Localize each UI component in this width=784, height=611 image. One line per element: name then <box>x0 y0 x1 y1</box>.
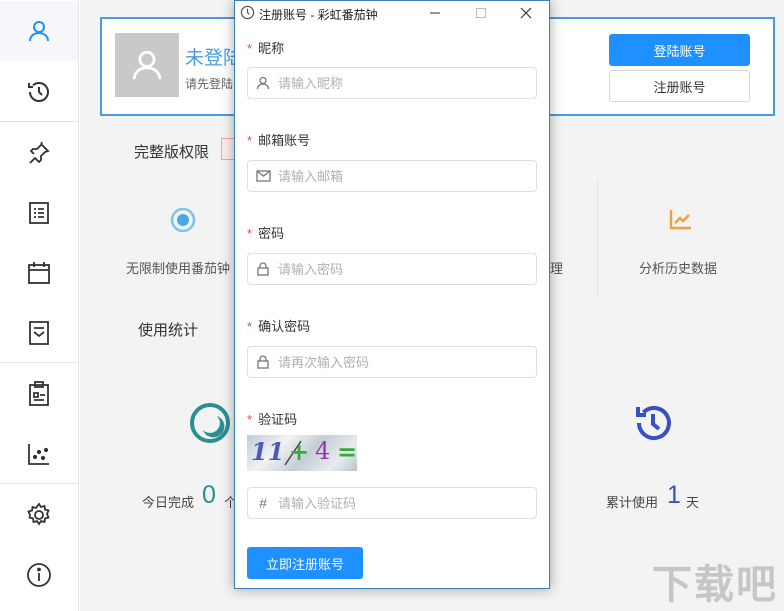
lock-icon <box>248 347 278 377</box>
sidebar-item-document[interactable] <box>0 303 78 363</box>
confirm-password-label: * 确认密码 <box>247 319 311 334</box>
password-field[interactable] <box>247 253 537 285</box>
feature-history-analysis: 分析历史数据 <box>639 261 718 276</box>
sidebar-item-chart[interactable] <box>0 424 78 484</box>
version-badge <box>221 138 235 160</box>
captcha-image[interactable]: 11 + 4 = <box>247 435 357 471</box>
sidebar-item-calendar[interactable] <box>0 243 78 303</box>
confirm-password-input[interactable] <box>278 354 528 370</box>
sidebar-item-clipboard[interactable] <box>0 364 78 424</box>
avatar[interactable] <box>115 33 179 97</box>
sidebar-item-user[interactable] <box>0 1 78 61</box>
email-input[interactable] <box>278 168 528 184</box>
today-count: 0 <box>202 481 216 509</box>
feature-unlimited-pomodoro: 无限制使用番茄钟 <box>126 261 231 276</box>
moon-clock-icon <box>190 403 230 443</box>
sidebar-item-about[interactable] <box>0 545 78 605</box>
close-button[interactable] <box>516 3 536 23</box>
maximize-button[interactable] <box>471 3 491 23</box>
total-days: 1 <box>667 481 681 509</box>
app-clock-icon <box>240 5 255 20</box>
email-field[interactable] <box>247 160 537 192</box>
login-button[interactable]: 登陆账号 <box>609 34 750 66</box>
password-input[interactable] <box>278 261 528 277</box>
total-label: 累计使用 <box>606 495 659 510</box>
list-icon <box>29 202 49 224</box>
history-icon <box>636 406 671 440</box>
required-mark: * <box>247 319 253 334</box>
gear-icon <box>27 502 50 526</box>
hash-icon: # <box>259 495 267 511</box>
register-button[interactable]: 注册账号 <box>609 70 750 102</box>
nickname-label: * 昵称 <box>247 41 285 56</box>
nickname-input[interactable] <box>278 75 528 91</box>
scatter-chart-icon <box>28 444 49 465</box>
sidebar-item-pin[interactable] <box>0 123 78 183</box>
captcha-input[interactable] <box>278 495 528 511</box>
dialog-title: 注册账号 - 彩虹番茄钟 <box>259 8 378 22</box>
password-label: * 密码 <box>247 226 285 241</box>
close-icon <box>520 7 532 19</box>
feature-manage: 理 <box>550 261 564 276</box>
required-mark: * <box>247 226 253 241</box>
nickname-field[interactable] <box>247 67 537 99</box>
required-mark: * <box>247 41 253 56</box>
user-icon <box>248 68 278 98</box>
trend-chart-icon <box>669 210 691 230</box>
minimize-button[interactable] <box>425 3 445 23</box>
mail-icon <box>248 161 278 191</box>
user-icon <box>29 21 49 42</box>
today-label: 今日完成 <box>142 495 195 510</box>
required-mark: * <box>247 412 253 427</box>
sidebar-item-settings[interactable] <box>0 485 78 545</box>
submit-register-button[interactable]: 立即注册账号 <box>247 547 363 579</box>
target-icon <box>170 207 196 233</box>
calendar-icon <box>28 262 50 284</box>
user-placeholder-icon <box>132 50 162 80</box>
lock-icon <box>248 254 278 284</box>
info-icon <box>27 563 51 587</box>
pin-icon <box>29 141 50 164</box>
clipboard-icon <box>29 381 49 406</box>
register-dialog: 注册账号 - 彩虹番茄钟 *昵称 *邮箱账号 *密码 *确认密码 *验证码 11 <box>234 0 550 589</box>
total-unit: 天 <box>686 495 700 510</box>
sidebar-item-list[interactable] <box>0 183 78 243</box>
captcha-label: * 验证码 <box>247 412 298 427</box>
feature-divider <box>597 180 598 296</box>
minimize-icon <box>430 12 440 14</box>
document-icon <box>29 321 49 345</box>
captcha-field[interactable]: # <box>247 487 537 519</box>
maximize-icon <box>476 8 486 18</box>
watermark: 下载吧 <box>652 562 778 608</box>
sidebar-item-history[interactable] <box>0 62 78 122</box>
email-label: * 邮箱账号 <box>247 133 311 148</box>
clock-icon <box>28 82 49 102</box>
sidebar <box>0 0 79 611</box>
usage-stats-title: 使用统计 <box>138 322 199 339</box>
required-mark: * <box>247 133 253 148</box>
full-version-title: 完整版权限 <box>134 144 210 161</box>
confirm-password-field[interactable] <box>247 346 537 378</box>
dialog-titlebar[interactable]: 注册账号 - 彩虹番茄钟 <box>235 1 549 25</box>
login-hint: 请先登陆 <box>185 77 234 91</box>
